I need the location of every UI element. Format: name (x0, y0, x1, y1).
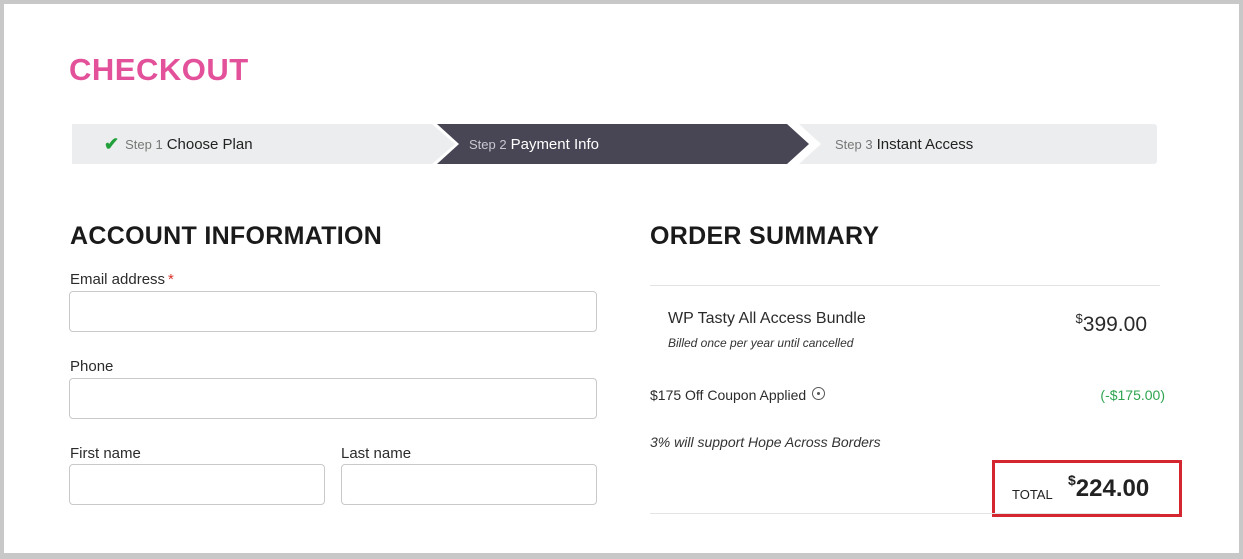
step-instant-access: Step 3 Instant Access (799, 124, 1157, 164)
step-label: Payment Info (510, 135, 599, 153)
currency-symbol: $ (1068, 472, 1076, 488)
price-amount: 399.00 (1082, 313, 1147, 336)
step-payment-info[interactable]: Step 2 Payment Info (437, 124, 809, 164)
step-choose-plan[interactable]: ✔ Step 1 Choose Plan (72, 124, 455, 164)
required-marker: * (168, 271, 174, 288)
total-value: 224.00 (1075, 475, 1150, 502)
order-summary-heading: ORDER SUMMARY (650, 222, 880, 250)
first-name-label: First name (70, 445, 141, 462)
email-label: Email address * (70, 271, 174, 288)
step-number: Step 1 (125, 136, 163, 152)
summary-divider-bottom (650, 513, 1160, 514)
coupon-label: $175 Off Coupon Applied (650, 387, 807, 403)
coupon-discount: (-$175.00) (1100, 387, 1165, 403)
summary-divider-top (650, 285, 1160, 286)
coupon-row: $175 Off Coupon Applied (650, 386, 826, 403)
step-label: Instant Access (876, 135, 974, 153)
email-label-text: Email address (70, 271, 166, 288)
product-price: $399.00 (1075, 311, 1147, 337)
step-label: Choose Plan (166, 135, 253, 153)
phone-label: Phone (70, 358, 114, 375)
charity-note: 3% will support Hope Across Borders (650, 434, 881, 450)
phone-field[interactable] (69, 378, 597, 419)
currency-symbol: $ (1075, 311, 1083, 326)
step-number: Step 2 (469, 136, 507, 152)
product-name: WP Tasty All Access Bundle (668, 310, 866, 327)
total-label: TOTAL (1012, 487, 1053, 502)
page-title: CHECKOUT (69, 52, 249, 87)
info-circle-icon[interactable] (812, 386, 826, 400)
last-name-label: Last name (341, 445, 412, 462)
step-number: Step 3 (835, 136, 873, 152)
account-information-heading: ACCOUNT INFORMATION (70, 222, 383, 250)
check-icon: ✔ (104, 133, 120, 154)
checkout-stepper: ✔ Step 1 Choose Plan Step 2 Payment Info… (72, 124, 1157, 164)
email-field[interactable] (69, 291, 597, 332)
last-name-field[interactable] (341, 464, 597, 505)
billing-note: Billed once per year until cancelled (668, 336, 854, 350)
total-amount: $224.00 (1068, 472, 1150, 503)
first-name-field[interactable] (69, 464, 325, 505)
